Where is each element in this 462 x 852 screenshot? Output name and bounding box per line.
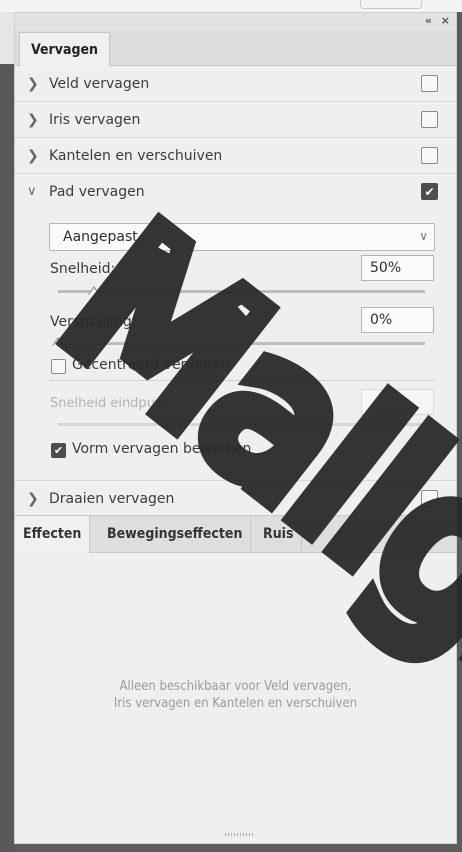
resize-grip-icon[interactable] [225, 833, 253, 836]
kantelen-checkbox[interactable] [421, 147, 438, 164]
right-dock-strip [457, 12, 462, 852]
row-label: Iris vervagen [49, 111, 141, 128]
panel-titlebar: « × [15, 13, 456, 31]
effects-panel: Effecten Bewegingseffecten Ruis Alleen b… [15, 515, 456, 842]
top-tab-edge [360, 0, 422, 9]
end-speed-slider-track[interactable] [58, 423, 425, 426]
veld-vervagen-checkbox[interactable] [421, 75, 438, 92]
taper-slider-thumb[interactable] [52, 337, 64, 346]
left-dock-dark [0, 64, 14, 852]
end-speed-label: Snelheid eindpunt: [50, 396, 173, 411]
preset-value: Aangepast [63, 229, 138, 245]
chevron-right-icon[interactable]: ❯ [27, 76, 43, 92]
chevron-down-icon[interactable]: ∨ [27, 184, 43, 199]
tab-bewegingseffecten[interactable]: Bewegingseffecten [99, 516, 252, 552]
edit-shape-checkbox[interactable]: ✔ [51, 443, 66, 458]
left-dock-strip [0, 12, 14, 852]
top-strip [0, 0, 462, 12]
panel-tabbar: Vervagen [15, 31, 456, 67]
speed-label: Snelheid: [50, 261, 116, 277]
message-line-2: Iris vervagen en Kantelen en verschuiven [113, 696, 358, 711]
chevron-down-icon: ∨ [419, 229, 428, 243]
row-iris-vervagen[interactable]: ❯ Iris vervagen [15, 102, 456, 138]
taper-field[interactable]: 0% [361, 307, 434, 333]
row-kantelen-verschuiven[interactable]: ❯ Kantelen en verschuiven [15, 138, 456, 174]
row-label: Pad vervagen [49, 183, 145, 200]
tab-effecten[interactable]: Effecten [15, 516, 91, 553]
end-speed-field[interactable] [361, 389, 434, 415]
speed-slider-track[interactable] [58, 290, 425, 293]
section-divider [50, 380, 435, 381]
effects-tabbar: Effecten Bewegingseffecten Ruis [15, 516, 456, 553]
collapse-panel-icon[interactable]: « [425, 14, 432, 27]
checkmark-icon: ✔ [424, 185, 435, 199]
message-line-1: Alleen beschikbaar voor Veld vervagen, [119, 679, 352, 694]
tab-ruis[interactable]: Ruis [255, 516, 303, 552]
row-label: Veld vervagen [49, 75, 150, 92]
speed-field[interactable]: 50% [361, 255, 434, 281]
pad-vervagen-checkbox[interactable]: ✔ [421, 183, 438, 200]
row-label: Kantelen en verschuiven [49, 147, 223, 164]
close-panel-icon[interactable]: × [441, 14, 450, 27]
tab-vervagen[interactable]: Vervagen [19, 32, 110, 67]
row-label: Draaien vervagen [49, 490, 175, 507]
centered-blur-label[interactable]: Gecentreerd vervagen [72, 357, 230, 373]
edit-shape-label[interactable]: Vorm vervagen bewerken [72, 441, 251, 457]
blur-panel: « × Vervagen ❯ Veld vervagen ❯ Iris verv… [14, 12, 457, 844]
row-draaien-vervagen[interactable]: ❯ Draaien vervagen [15, 480, 456, 517]
centered-blur-checkbox[interactable] [51, 359, 66, 374]
effects-unavailable-message: Alleen beschikbaar voor Veld vervagen, I… [15, 678, 456, 712]
preset-dropdown[interactable]: Aangepast ∨ [49, 223, 435, 251]
chevron-right-icon[interactable]: ❯ [27, 148, 43, 164]
draaien-vervagen-checkbox[interactable] [421, 490, 438, 507]
row-veld-vervagen[interactable]: ❯ Veld vervagen [15, 66, 456, 102]
chevron-right-icon[interactable]: ❯ [27, 491, 43, 507]
chevron-right-icon[interactable]: ❯ [27, 112, 43, 128]
checkmark-icon: ✔ [53, 444, 64, 457]
taper-slider-track[interactable] [58, 342, 425, 345]
iris-vervagen-checkbox[interactable] [421, 111, 438, 128]
taper-label: Versmalling: [50, 314, 137, 330]
speed-slider-thumb[interactable] [88, 286, 100, 295]
row-pad-vervagen[interactable]: ∨ Pad vervagen ✔ [15, 174, 456, 209]
